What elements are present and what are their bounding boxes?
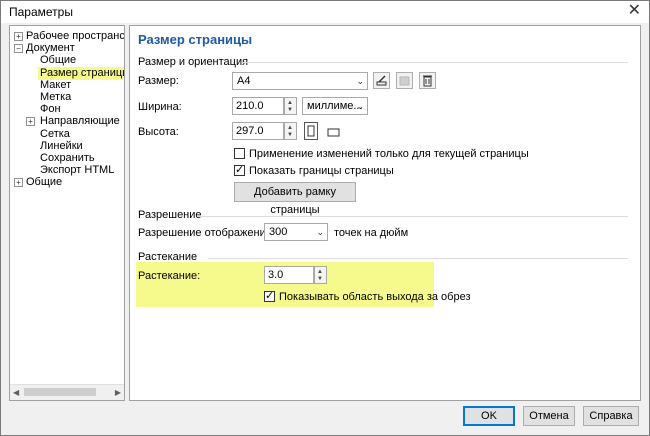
resolution-select[interactable]: 300 ⌄ [264,223,328,241]
portrait-page-icon [307,125,315,137]
spin-up-icon[interactable]: ▲ [287,100,293,106]
expand-plus-icon[interactable]: + [14,32,23,41]
page-size-panel: Размер страницы Размер и ориентация Разм… [129,25,641,401]
edit-page-icon [376,75,387,86]
bleed-stepper[interactable]: ▲ ▼ [314,266,327,284]
height-stepper[interactable]: ▲ ▼ [284,122,297,140]
chevron-down-icon: ⌄ [316,227,324,237]
delete-size-button[interactable] [419,72,436,89]
tree-item[interactable]: Сетка [40,128,70,141]
tree-item[interactable]: Линейки [40,140,83,153]
show-bleed-area-label: Показывать область выхода за обрез [279,291,471,303]
checkbox-box[interactable]: ✓ [264,290,275,302]
save-size-button[interactable] [396,72,413,89]
width-input[interactable]: 210.0 [232,97,284,115]
collapse-minus-icon[interactable]: − [14,44,23,54]
width-stepper[interactable]: ▲ ▼ [284,97,297,115]
add-page-frame-button[interactable]: Добавить рамку страницы [234,182,356,216]
scroll-left-arrow-icon[interactable]: ◀ [13,388,19,397]
cancel-button[interactable]: Отмена [523,406,575,426]
landscape-page-icon [327,128,340,137]
resolution-value: 300 [269,226,288,238]
height-value: 297.0 [236,125,264,137]
trash-icon [423,75,432,87]
units-select[interactable]: миллиме... ⌄ [302,97,368,115]
width-spinbox[interactable]: 210.0 ▲ ▼ [232,97,298,115]
scroll-right-arrow-icon[interactable]: ▶ [115,388,121,397]
page-title: Размер страницы [138,32,253,47]
show-page-borders-label: Показать границы страницы [249,165,394,177]
tree-horizontal-scrollbar[interactable]: ◀ ▶ [10,384,124,400]
group-divider [208,258,628,259]
chevron-down-icon: ⌄ [356,101,364,111]
check-icon: ✓ [265,290,275,302]
options-dialog: Параметры ✕ +Рабочее пространство−Докуме… [0,0,650,436]
bleed-spinbox[interactable]: 3.0 ▲ ▼ [264,266,328,284]
bleed-value: 3.0 [268,269,284,281]
window-title: Параметры [9,5,73,19]
checkbox-box[interactable]: ✓ [234,164,245,176]
width-value: 210.0 [236,100,264,112]
bleed-input[interactable]: 3.0 [264,266,314,284]
display-resolution-label: Разрешение отображения: [138,227,275,239]
tree-item[interactable]: Макет [40,79,71,92]
save-disk-icon [399,76,410,86]
height-input[interactable]: 297.0 [232,122,284,140]
help-button[interactable]: Справка [583,406,639,426]
tree-item[interactable]: Общие [26,176,62,189]
expand-plus-icon[interactable]: + [14,178,23,188]
bleed-label: Растекание: [138,270,201,282]
apply-current-page-label: Применение изменений только для текущей … [249,148,529,160]
spin-down-icon[interactable]: ▼ [317,276,323,282]
resolution-group-title: Разрешение [138,209,202,221]
close-icon[interactable]: ✕ [628,2,641,20]
group-divider [242,62,628,63]
tree-item[interactable]: Общие [40,54,76,67]
page-size-select[interactable]: A4 ⌄ [232,72,368,90]
width-label: Ширина: [138,101,182,113]
title-bar: Параметры ✕ [1,1,649,23]
tree-item[interactable]: Рабочее пространство [26,30,124,43]
resolution-unit-label: точек на дюйм [334,227,409,239]
tree-item[interactable]: Фон [40,103,61,116]
spin-down-icon[interactable]: ▼ [287,107,293,113]
group-divider [198,216,628,217]
checkbox-box[interactable] [234,148,245,159]
check-icon: ✓ [235,164,245,176]
ok-button[interactable]: OK [463,406,515,426]
tree-item[interactable]: Размер страницы [38,66,124,80]
landscape-orientation-button[interactable] [326,125,342,139]
tree-item[interactable]: Документ [26,42,75,55]
tree-item[interactable]: Метка [40,91,71,104]
height-spinbox[interactable]: 297.0 ▲ ▼ [232,122,298,140]
tree-item[interactable]: Сохранить [40,152,95,165]
units-value: миллиме... [307,100,363,112]
page-size-value: A4 [237,75,251,87]
spin-up-icon[interactable]: ▲ [287,125,293,131]
expand-plus-icon[interactable]: + [26,117,35,127]
spin-down-icon[interactable]: ▼ [287,132,293,138]
chevron-down-icon: ⌄ [356,76,364,86]
spin-up-icon[interactable]: ▲ [317,269,323,275]
size-label: Размер: [138,75,179,87]
portrait-orientation-button[interactable] [304,122,318,140]
edit-custom-size-button[interactable] [373,72,390,89]
tree-item[interactable]: Направляющие [40,115,120,128]
scrollbar-thumb[interactable] [24,388,96,396]
size-orientation-group-title: Размер и ориентация [138,56,249,68]
settings-tree: +Рабочее пространство−ДокументОбщиеРазме… [9,25,125,401]
height-label: Высота: [138,126,179,138]
tree-item[interactable]: Экспорт HTML [40,164,114,177]
